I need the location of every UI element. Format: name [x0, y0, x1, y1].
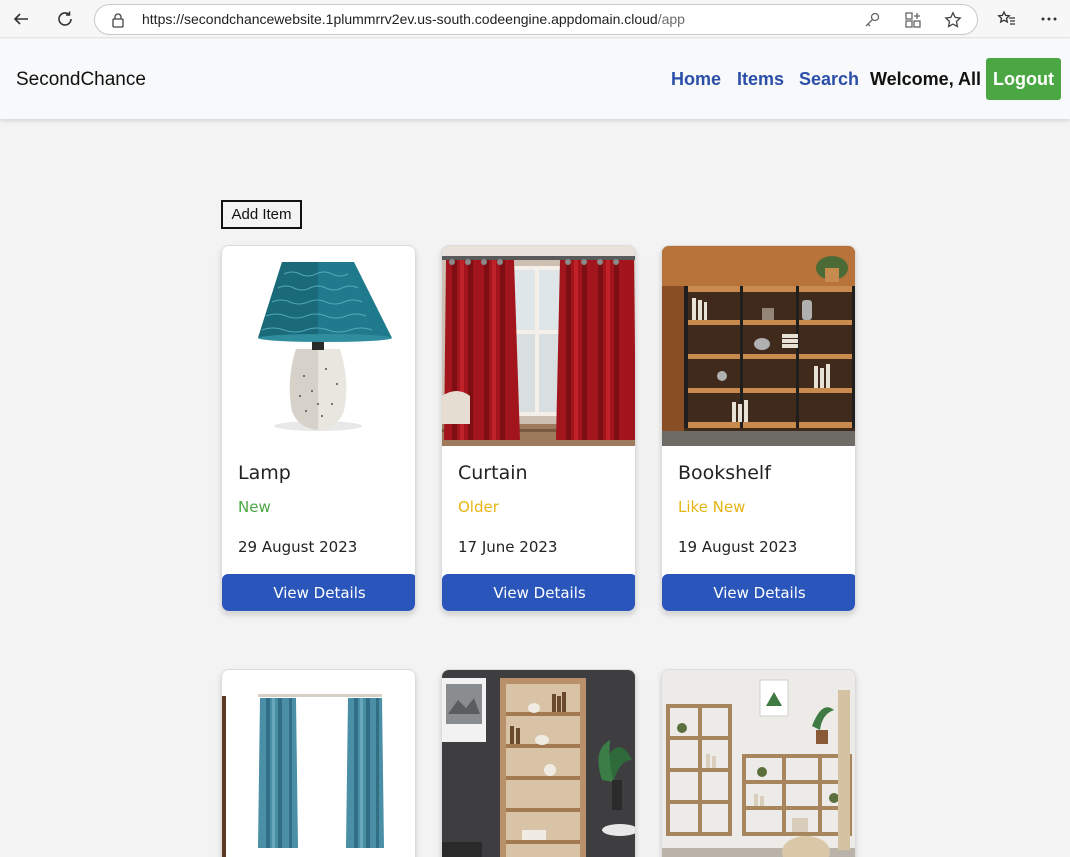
item-date: 17 June 2023	[458, 538, 558, 556]
item-condition: Like New	[678, 498, 746, 516]
item-card	[441, 669, 636, 857]
brand-logo[interactable]: SecondChance	[16, 69, 146, 91]
app-navbar: SecondChance Home Items Search Welcome, …	[0, 39, 1070, 119]
nav-link-items[interactable]: Items	[737, 69, 784, 90]
item-image	[662, 246, 855, 446]
item-card	[661, 669, 856, 857]
view-details-button[interactable]: View Details	[222, 574, 415, 611]
item-card	[221, 669, 416, 857]
url-text[interactable]: https://secondchancewebsite.1plummrrv2ev…	[142, 11, 685, 27]
item-date: 19 August 2023	[678, 538, 798, 556]
item-image	[222, 246, 415, 446]
item-date: 29 August 2023	[238, 538, 358, 556]
view-details-button[interactable]: View Details	[662, 574, 855, 611]
nav-link-search[interactable]: Search	[799, 69, 859, 90]
item-image	[442, 246, 635, 446]
refresh-icon[interactable]	[51, 6, 79, 32]
back-icon[interactable]	[7, 6, 35, 32]
key-icon[interactable]	[863, 11, 881, 29]
item-condition: Older	[458, 498, 499, 516]
item-card: Curtain Older 17 June 2023 View Details	[441, 245, 636, 612]
address-bar[interactable]: https://secondchancewebsite.1plummrrv2ev…	[94, 4, 978, 35]
nav-link-home[interactable]: Home	[671, 69, 721, 90]
item-condition: New	[238, 498, 271, 516]
url-host: https://secondchancewebsite.1plummrrv2ev…	[142, 11, 658, 27]
logout-button[interactable]: Logout	[986, 58, 1061, 100]
add-item-button[interactable]: Add Item	[221, 200, 302, 229]
item-card: Bookshelf Like New 19 August 2023 View D…	[661, 245, 856, 612]
browser-toolbar: https://secondchancewebsite.1plummrrv2ev…	[0, 0, 1070, 38]
item-name: Bookshelf	[678, 462, 771, 484]
item-card: Lamp New 29 August 2023 View Details	[221, 245, 416, 612]
item-image	[222, 670, 415, 857]
item-image	[662, 670, 855, 857]
lock-icon[interactable]	[110, 12, 126, 28]
url-path: /app	[657, 11, 685, 27]
item-image	[442, 670, 635, 857]
app-available-icon[interactable]	[904, 11, 922, 29]
more-options-icon[interactable]	[1039, 9, 1059, 29]
favorites-list-icon[interactable]	[997, 9, 1017, 29]
item-name: Curtain	[458, 462, 528, 484]
item-name: Lamp	[238, 462, 291, 484]
view-details-button[interactable]: View Details	[442, 574, 635, 611]
favorite-star-icon[interactable]	[944, 11, 962, 29]
welcome-message: Welcome, All	[870, 69, 982, 89]
